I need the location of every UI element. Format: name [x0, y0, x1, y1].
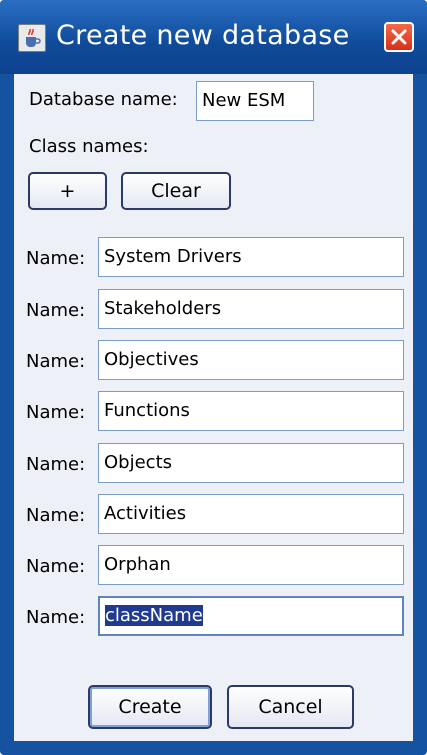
class-name-input-active[interactable]: className [98, 596, 404, 636]
create-button[interactable]: Create [88, 685, 212, 729]
class-name-label: Name: [26, 505, 86, 526]
class-name-label: Name: [26, 402, 86, 423]
class-name-input[interactable]: Objectives [98, 340, 404, 380]
class-name-input[interactable]: Orphan [98, 545, 404, 585]
cancel-button[interactable]: Cancel [227, 685, 354, 729]
class-name-label: Name: [26, 454, 86, 475]
database-name-input[interactable]: New ESM [196, 81, 314, 121]
class-name-label: Name: [26, 556, 86, 577]
class-name-input[interactable]: Activities [98, 494, 404, 534]
class-name-input[interactable]: System Drivers [98, 237, 404, 277]
class-name-label: Name: [26, 248, 86, 269]
dialog-window: Create new database Database name: New E… [0, 0, 427, 755]
clear-button[interactable]: Clear [121, 172, 231, 210]
close-icon[interactable] [384, 22, 414, 52]
add-class-button[interactable]: + [28, 172, 107, 210]
title-bar[interactable]: Create new database [0, 0, 427, 74]
dialog-content: Database name: New ESM Class names: + Cl… [14, 74, 413, 741]
window-title: Create new database [56, 20, 350, 51]
class-name-label: Name: [26, 607, 86, 628]
selected-text: className [105, 605, 203, 626]
class-names-label: Class names: [29, 136, 149, 157]
java-cup-icon [18, 24, 46, 52]
class-name-input[interactable]: Functions [98, 391, 404, 431]
class-name-input[interactable]: Stakeholders [98, 289, 404, 329]
class-name-label: Name: [26, 351, 86, 372]
database-name-label: Database name: [29, 89, 178, 110]
class-name-input[interactable]: Objects [98, 443, 404, 483]
class-name-label: Name: [26, 300, 86, 321]
